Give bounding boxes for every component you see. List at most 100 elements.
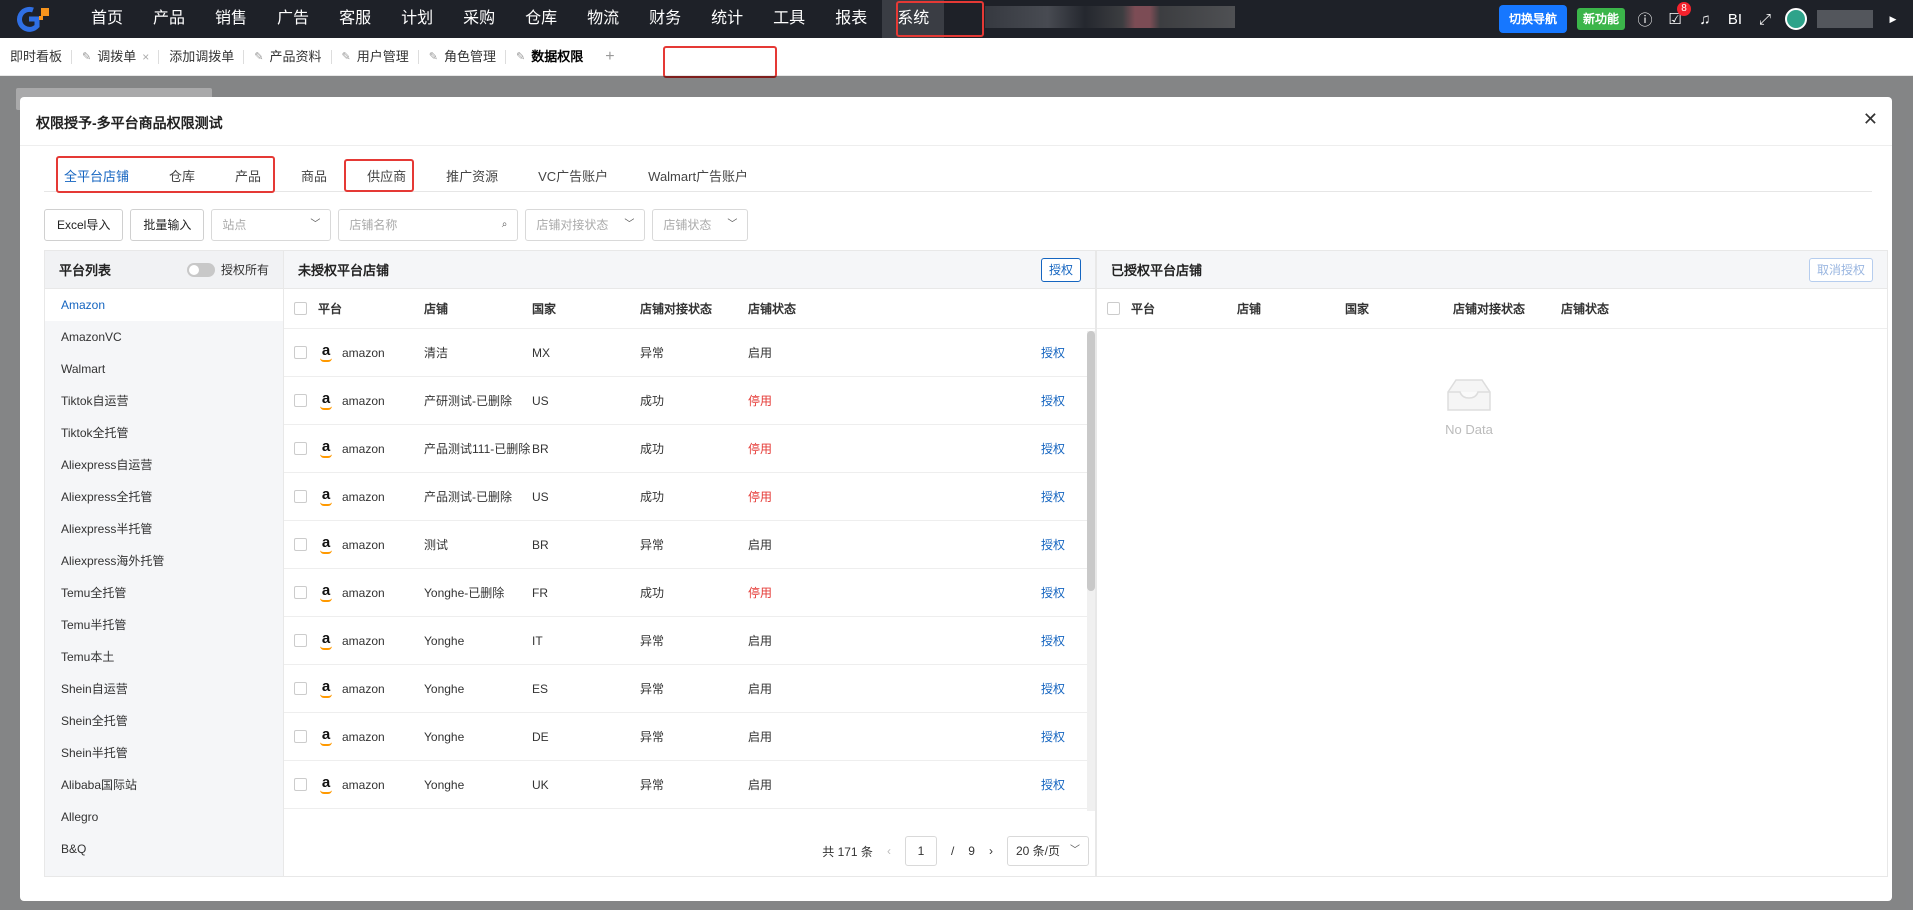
fullscreen-icon[interactable]: ⤢ xyxy=(1755,11,1775,28)
platform-list-item[interactable]: Temu全托管 xyxy=(45,577,283,609)
shop-name-input[interactable]: 店铺名称 ⌕ xyxy=(338,209,519,241)
platform-list-item[interactable]: Walmart xyxy=(45,353,283,385)
authorize-row-link[interactable]: 授权 xyxy=(1041,728,1065,745)
authorize-row-link[interactable]: 授权 xyxy=(1041,584,1065,601)
platform-list-item[interactable]: Tiktok自运营 xyxy=(45,385,283,417)
nav-item[interactable]: 客服 xyxy=(324,0,386,38)
pin-icon[interactable]: ✎ xyxy=(342,38,351,76)
authorize-row-link[interactable]: 授权 xyxy=(1041,776,1065,793)
authorize-row-link[interactable]: 授权 xyxy=(1041,392,1065,409)
platform-list-item[interactable]: Shein半托管 xyxy=(45,737,283,769)
authorize-row-link[interactable]: 授权 xyxy=(1041,536,1065,553)
platform-list-item[interactable]: Aliexpress海外托管 xyxy=(45,545,283,577)
authorize-button[interactable]: 授权 xyxy=(1040,257,1081,282)
platform-list-item[interactable]: Alibaba国际站 xyxy=(45,769,283,801)
row-checkbox[interactable] xyxy=(294,586,307,599)
next-page-icon[interactable]: › xyxy=(989,844,993,858)
page-tab[interactable]: 添加调拨单 xyxy=(159,38,245,76)
platform-list-item[interactable]: Shein自运营 xyxy=(45,673,283,705)
dock-status-select[interactable]: 店铺对接状态 ﹀ xyxy=(525,209,646,241)
permission-tab[interactable]: Walmart广告账户 xyxy=(628,163,768,191)
pin-icon[interactable]: ✎ xyxy=(82,38,91,76)
nav-item[interactable]: 采购 xyxy=(448,0,510,38)
permission-tab[interactable]: 推广资源 xyxy=(426,163,518,191)
platform-list-item[interactable]: Aliexpress全托管 xyxy=(45,481,283,513)
row-checkbox[interactable] xyxy=(294,778,307,791)
page-tab[interactable]: ✎ 角色管理 xyxy=(419,38,506,76)
cancel-authorization-button[interactable]: 取消授权 xyxy=(1808,257,1873,282)
platform-list-item[interactable]: Aliexpress半托管 xyxy=(45,513,283,545)
help-circle-icon[interactable]: ⓘ xyxy=(1635,9,1655,30)
row-checkbox[interactable] xyxy=(294,730,307,743)
platform-list-item[interactable]: Tiktok全托管 xyxy=(45,417,283,449)
scrollbar-thumb[interactable] xyxy=(1087,331,1095,591)
nav-item[interactable]: 报表 xyxy=(820,0,882,38)
close-icon[interactable]: × xyxy=(142,38,149,76)
authorize-row-link[interactable]: 授权 xyxy=(1041,488,1065,505)
shop-status-select[interactable]: 店铺状态 ﹀ xyxy=(652,209,749,241)
page-size-select[interactable]: 20 条/页 ﹀ xyxy=(1006,836,1089,866)
add-tab-icon[interactable]: + xyxy=(593,48,626,66)
excel-import-button[interactable]: Excel导入 xyxy=(44,209,124,241)
row-checkbox[interactable] xyxy=(294,682,307,695)
authorize-row-link[interactable]: 授权 xyxy=(1041,632,1065,649)
nav-item[interactable]: 广告 xyxy=(262,0,324,38)
nav-item[interactable]: 计划 xyxy=(386,0,448,38)
brand-logo[interactable] xyxy=(8,0,60,38)
row-checkbox[interactable] xyxy=(294,442,307,455)
permission-tab[interactable]: 商品 xyxy=(281,163,347,191)
row-checkbox[interactable] xyxy=(294,490,307,503)
bell-icon[interactable]: ♫ xyxy=(1695,11,1715,28)
platform-list-item[interactable]: AmazonVC xyxy=(45,321,283,353)
permission-tab[interactable]: 产品 xyxy=(215,163,281,191)
nav-item[interactable]: 财务 xyxy=(634,0,696,38)
permission-tab[interactable]: 供应商 xyxy=(347,163,426,191)
nav-item[interactable]: 销售 xyxy=(200,0,262,38)
platform-list-item[interactable]: Aliexpress自运营 xyxy=(45,449,283,481)
authorize-all-toggle[interactable] xyxy=(186,262,215,277)
platform-list-item[interactable]: B&Q xyxy=(45,833,283,865)
pin-icon[interactable]: ✎ xyxy=(429,38,438,76)
bulk-input-button[interactable]: 批量输入 xyxy=(130,209,205,241)
switch-nav-button[interactable]: 切换导航 xyxy=(1498,5,1567,33)
row-checkbox[interactable] xyxy=(294,346,307,359)
permission-tab[interactable]: VC广告账户 xyxy=(518,163,628,191)
select-all-checkbox[interactable] xyxy=(294,302,307,315)
nav-item[interactable]: 产品 xyxy=(138,0,200,38)
caret-right-icon[interactable]: ▶ xyxy=(1883,14,1903,25)
page-tab[interactable]: ✎ 用户管理 xyxy=(332,38,419,76)
nav-item[interactable]: 首页 xyxy=(76,0,138,38)
page-number-input[interactable]: 1 xyxy=(904,836,937,866)
platform-list-item[interactable]: Shein全托管 xyxy=(45,705,283,737)
nav-item[interactable]: 系统 xyxy=(882,0,945,38)
authorize-row-link[interactable]: 授权 xyxy=(1041,440,1065,457)
page-tab[interactable]: ✎ 数据权限 xyxy=(506,38,593,76)
permission-tab[interactable]: 全平台店铺 xyxy=(44,163,149,191)
permission-tab[interactable]: 仓库 xyxy=(149,163,215,191)
page-tab[interactable]: ✎ 产品资料 xyxy=(244,38,332,76)
platform-list-item[interactable]: Allegro xyxy=(45,801,283,833)
nav-item[interactable]: 统计 xyxy=(696,0,758,38)
row-checkbox[interactable] xyxy=(294,394,307,407)
authorize-row-link[interactable]: 授权 xyxy=(1041,344,1065,361)
nav-item[interactable]: 仓库 xyxy=(510,0,572,38)
platform-list-item[interactable]: Temu本土 xyxy=(45,641,283,673)
pin-icon[interactable]: ✎ xyxy=(516,38,525,76)
row-checkbox[interactable] xyxy=(294,538,307,551)
select-all-checkbox[interactable] xyxy=(1107,302,1120,315)
task-check-icon[interactable]: ☑ 8 xyxy=(1665,2,1691,28)
page-tab[interactable]: 即时看板 xyxy=(0,38,73,76)
authorize-row-link[interactable]: 授权 xyxy=(1041,680,1065,697)
prev-page-icon[interactable]: ‹ xyxy=(887,844,891,858)
page-tab[interactable]: ✎ 调拨单 × xyxy=(72,38,160,76)
new-features-button[interactable]: 新功能 xyxy=(1576,8,1625,30)
pin-icon[interactable]: ✎ xyxy=(254,38,263,76)
close-icon[interactable]: ✕ xyxy=(1863,109,1878,130)
nav-item[interactable]: 物流 xyxy=(572,0,634,38)
platform-list-item[interactable]: Amazon xyxy=(45,289,283,321)
bi-link[interactable]: BI xyxy=(1725,11,1745,28)
row-checkbox[interactable] xyxy=(294,634,307,647)
avatar[interactable] xyxy=(1785,8,1807,30)
site-select[interactable]: 站点 ﹀ xyxy=(211,209,332,241)
nav-item[interactable]: 工具 xyxy=(758,0,820,38)
